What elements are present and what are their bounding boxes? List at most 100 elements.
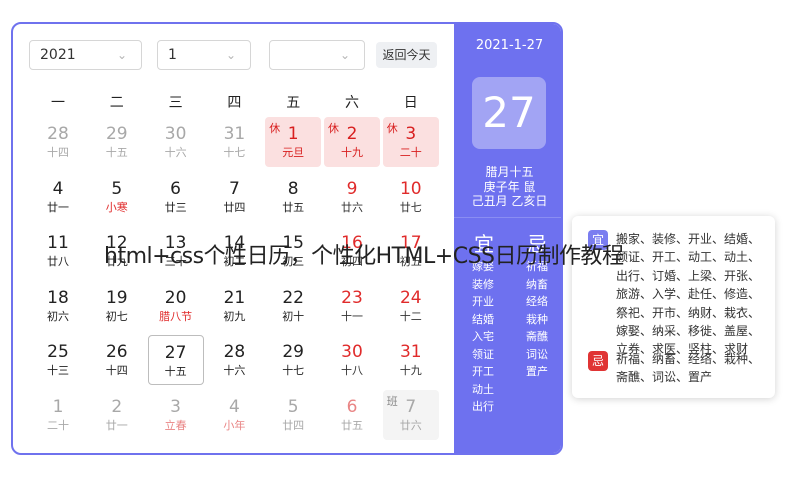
day-cell[interactable]: 8 廿五 bbox=[265, 172, 321, 222]
ji-list: 祈福 纳畜 经络 栽种 斋醮 词讼 置产 bbox=[526, 258, 548, 381]
lunar-label: 十七 bbox=[282, 364, 305, 378]
ji-badge: 忌 bbox=[588, 351, 608, 371]
day-cell[interactable]: 5 小寒 bbox=[89, 172, 145, 222]
day-number: 4 bbox=[228, 397, 240, 417]
lunar-label: 小年 bbox=[223, 419, 246, 432]
day-cell[interactable]: 31 十七 bbox=[206, 117, 262, 167]
almanac-item: 开业 bbox=[472, 295, 494, 308]
ji-text: 祈福、纳畜、经络、栽种、斋醮、词讼、置产 bbox=[616, 352, 761, 385]
lunar-label: 二十 bbox=[47, 419, 69, 432]
lunar-label: 十七 bbox=[223, 146, 246, 159]
lunar-label: 廿五 bbox=[282, 200, 305, 214]
lunar-label: 初十 bbox=[282, 309, 305, 323]
day-cell[interactable]: 班 7 廿六 bbox=[382, 390, 439, 440]
back-to-today-button[interactable]: 返回今天 bbox=[376, 42, 437, 68]
almanac-item: 开工 bbox=[472, 365, 494, 378]
day-cell[interactable]: 10 廿七 bbox=[383, 172, 439, 222]
day-cell[interactable]: 30 十八 bbox=[324, 335, 380, 385]
day-number: 26 bbox=[105, 342, 128, 363]
day-number: 25 bbox=[47, 342, 69, 363]
day-number: 31 bbox=[399, 342, 422, 363]
lunar-label: 十五 bbox=[164, 365, 187, 379]
almanac-item: 动土 bbox=[472, 382, 494, 396]
lunar-label: 廿七 bbox=[399, 200, 422, 214]
day-cell[interactable]: 30 十六 bbox=[148, 117, 204, 167]
day-number: 5 bbox=[287, 397, 299, 417]
lunar-label: 廿一 bbox=[105, 419, 128, 432]
month-select-value: 1 bbox=[168, 47, 177, 63]
yi-text: 搬家、装修、开业、结婚、领证、开工、动工、动土、出行、订婚、上梁、开张、旅游、入… bbox=[616, 232, 761, 357]
lunar-label: 小寒 bbox=[105, 200, 128, 214]
day-cell[interactable]: 27 十五 bbox=[147, 335, 204, 386]
lunar-label: 立春 bbox=[164, 419, 187, 432]
day-cell[interactable]: 6 廿三 bbox=[148, 172, 204, 222]
day-cell[interactable]: 5 廿四 bbox=[265, 390, 321, 440]
day-number: 20 bbox=[164, 287, 187, 308]
day-cell[interactable]: 4 小年 bbox=[206, 390, 262, 440]
day-cell[interactable]: 26 十四 bbox=[89, 335, 145, 385]
lunar-date: 腊月十五 bbox=[485, 165, 534, 179]
lunar-label: 初七 bbox=[105, 309, 128, 323]
day-cell[interactable]: 休 3 二十 bbox=[382, 117, 439, 167]
day-tag: 休 bbox=[386, 122, 398, 135]
day-number: 28 bbox=[223, 342, 246, 363]
day-cell[interactable]: 2 廿一 bbox=[89, 390, 145, 440]
day-number: 8 bbox=[287, 178, 299, 199]
day-cell[interactable]: 25 十三 bbox=[30, 335, 86, 385]
month-select[interactable]: 1 ⌄ bbox=[157, 40, 251, 70]
weekday-header: 日 bbox=[403, 95, 418, 111]
day-cell[interactable]: 31 十九 bbox=[383, 335, 439, 385]
day-cell[interactable]: 20 腊八节 bbox=[148, 281, 204, 331]
day-cell[interactable]: 6 廿五 bbox=[324, 390, 380, 440]
day-cell[interactable]: 休 1 元旦 bbox=[265, 117, 322, 167]
day-cell[interactable]: 23 十一 bbox=[324, 281, 380, 331]
day-cell[interactable]: 7 廿四 bbox=[206, 172, 262, 222]
day-cell[interactable]: 22 初十 bbox=[265, 281, 321, 331]
day-cell[interactable]: 19 初七 bbox=[89, 281, 145, 331]
lunar-label: 十六 bbox=[223, 364, 246, 378]
day-cell[interactable]: 29 十五 bbox=[89, 117, 145, 167]
day-number: 18 bbox=[47, 287, 69, 308]
year-select[interactable]: 2021 ⌄ bbox=[29, 40, 142, 70]
day-cell[interactable]: 29 十七 bbox=[265, 335, 321, 385]
day-cell[interactable]: 4 廿一 bbox=[30, 172, 86, 222]
lunar-label: 廿四 bbox=[223, 200, 246, 214]
lunar-label: 廿三 bbox=[164, 200, 187, 214]
day-cell[interactable]: 1 二十 bbox=[30, 390, 86, 440]
day-cell[interactable]: 24 十二 bbox=[383, 281, 439, 331]
day-cell[interactable]: 9 廿六 bbox=[324, 172, 380, 222]
day-number: 24 bbox=[399, 287, 422, 308]
lunar-label: 二十 bbox=[399, 146, 422, 159]
lunar-label: 十九 bbox=[341, 146, 363, 159]
lunar-label: 廿六 bbox=[341, 200, 363, 214]
lunar-label: 初六 bbox=[47, 309, 69, 323]
day-number: 27 bbox=[164, 343, 187, 364]
day-number: 4 bbox=[52, 178, 64, 199]
day-cell[interactable]: 28 十四 bbox=[30, 117, 86, 167]
day-cell[interactable]: 28 十六 bbox=[206, 335, 262, 385]
day-number: 3 bbox=[170, 397, 181, 417]
lunar-label: 廿四 bbox=[282, 419, 305, 432]
lunar-label: 初九 bbox=[223, 309, 246, 323]
day-number: 1 bbox=[52, 397, 64, 417]
lunar-label: 十二 bbox=[399, 309, 422, 323]
weekday-header: 五 bbox=[286, 95, 301, 111]
lunar-label: 十九 bbox=[399, 364, 422, 378]
overlay-title: html+css个性日历，个性化HTML+CSS日历制作教程 bbox=[104, 244, 624, 269]
lunar-label: 十四 bbox=[47, 146, 69, 159]
lunar-label: 廿五 bbox=[341, 419, 363, 432]
day-cell[interactable]: 18 初六 bbox=[30, 281, 86, 331]
lunar-label: 十一 bbox=[341, 309, 363, 323]
day-cell[interactable]: 休 2 十九 bbox=[324, 117, 380, 167]
lunar-label: 廿八 bbox=[47, 255, 69, 269]
day-cell[interactable]: 21 初九 bbox=[206, 281, 262, 331]
day-cell[interactable]: 3 立春 bbox=[148, 390, 204, 440]
holiday-select[interactable]: ⌄ bbox=[269, 40, 365, 70]
chevron-down-icon: ⌄ bbox=[225, 48, 236, 62]
lunar-label: 十八 bbox=[341, 364, 363, 378]
day-cell[interactable]: 11 廿八 bbox=[30, 226, 86, 276]
almanac-item: 装修 bbox=[472, 277, 494, 291]
lunar-label: 十三 bbox=[47, 364, 69, 378]
day-number: 28 bbox=[47, 124, 69, 144]
almanac-item: 出行 bbox=[472, 400, 494, 413]
